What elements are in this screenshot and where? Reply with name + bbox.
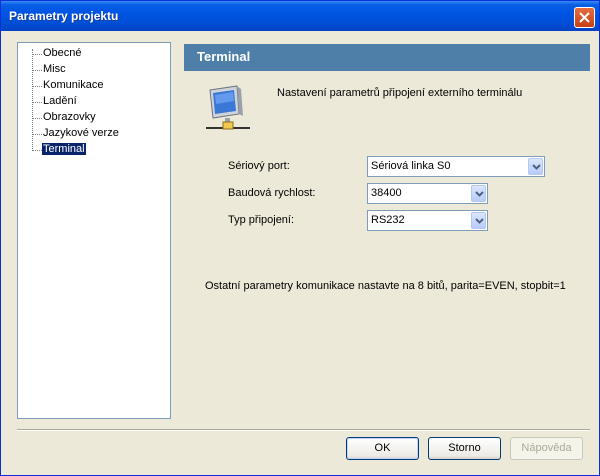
connection-type-label: Typ připojení: xyxy=(228,214,295,226)
title-bar[interactable]: Parametry projektu xyxy=(1,1,599,31)
baud-rate-label: Baudová rychlost: xyxy=(228,187,316,199)
baud-rate-value: 38400 xyxy=(371,187,402,199)
tree-item-label: Obrazovky xyxy=(43,111,96,123)
dropdown-arrow-button[interactable] xyxy=(471,185,486,202)
tree-item-label: Obecné xyxy=(43,47,82,59)
help-button[interactable]: Nápověda xyxy=(510,437,583,460)
ok-button[interactable]: OK xyxy=(346,437,419,460)
panel-description: Nastavení parametrů připojení externího … xyxy=(277,87,523,99)
chevron-down-icon xyxy=(475,191,484,197)
tree-item-label: Komunikace xyxy=(43,79,104,91)
serial-port-value: Sériová linka S0 xyxy=(371,160,451,172)
tree-item-label: Ladění xyxy=(43,95,77,107)
tree-item-label: Terminal xyxy=(41,142,87,156)
dropdown-arrow-button[interactable] xyxy=(528,158,543,175)
chevron-down-icon xyxy=(532,164,541,170)
baud-rate-select[interactable]: 38400 xyxy=(367,183,488,204)
cancel-button[interactable]: Storno xyxy=(428,437,501,460)
panel-header: Terminal xyxy=(184,44,590,71)
terminal-icon xyxy=(206,85,250,130)
connection-type-select[interactable]: RS232 xyxy=(367,210,488,231)
close-icon xyxy=(579,12,590,23)
serial-port-label: Sériový port: xyxy=(228,160,290,172)
window-title: Parametry projektu xyxy=(9,9,119,23)
communication-note: Ostatní parametry komunikace nastavte na… xyxy=(205,280,566,292)
dropdown-arrow-button[interactable] xyxy=(471,212,486,229)
tree-item-label: Jazykové verze xyxy=(43,127,119,139)
tree-item-label: Misc xyxy=(43,63,66,75)
chevron-down-icon xyxy=(475,218,484,224)
close-button[interactable] xyxy=(574,7,595,28)
divider xyxy=(17,429,590,431)
connection-type-value: RS232 xyxy=(371,214,405,226)
settings-tree[interactable]: Obecné Misc Komunikace Ladění Obrazovky … xyxy=(17,42,171,419)
panel-title: Terminal xyxy=(197,49,251,64)
serial-port-select[interactable]: Sériová linka S0 xyxy=(367,156,545,177)
